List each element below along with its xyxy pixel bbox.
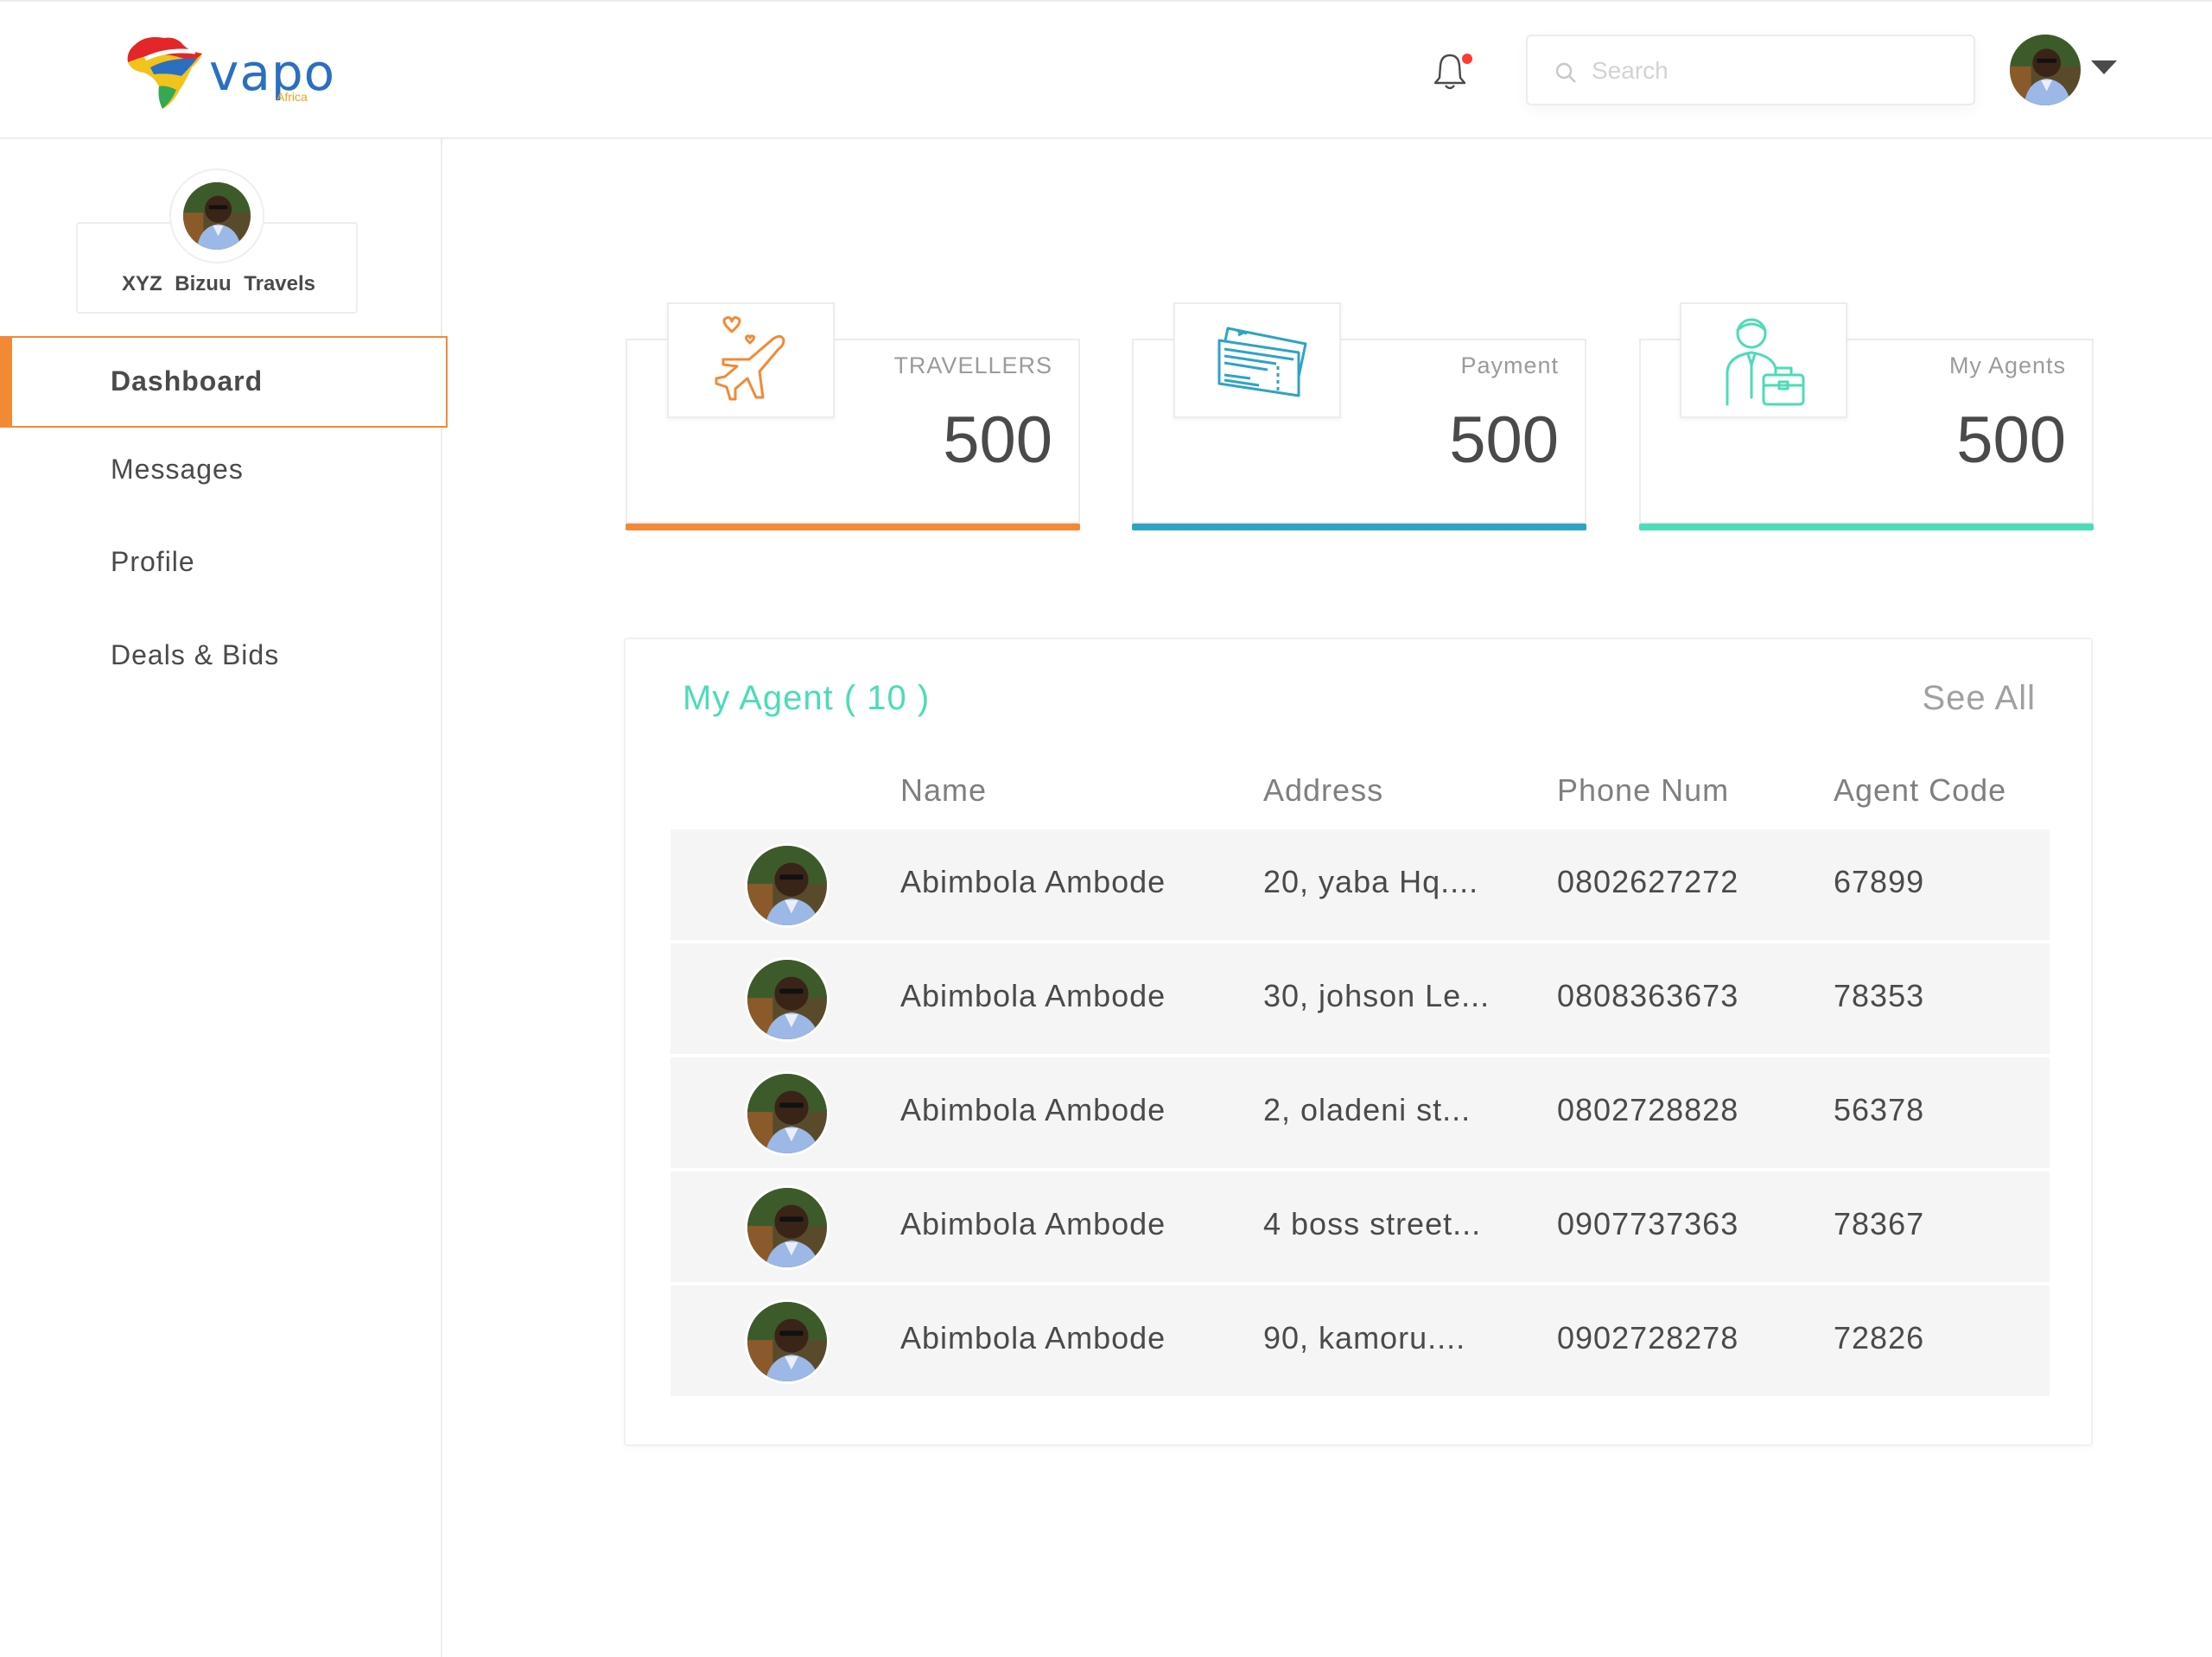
agent-name: Abimbola Ambode: [900, 1092, 1166, 1127]
sidebar-item-messages[interactable]: Messages: [0, 424, 448, 516]
agent-avatar: [745, 843, 830, 928]
search-icon: [1555, 62, 1576, 83]
ticket-icon: [1217, 327, 1307, 397]
stat-accent-bar: [1132, 524, 1586, 530]
vapo-logo[interactable]: vapo Africa: [119, 33, 334, 112]
africa-map-icon: [127, 37, 202, 109]
brand-name: vapo: [209, 43, 336, 102]
sidebar-item-label: Profile: [111, 546, 195, 577]
table-row[interactable]: Abimbola Ambode 2, oladeni st... 0802728…: [671, 1057, 2050, 1168]
user-avatar[interactable]: [2010, 35, 2081, 105]
stat-label: My Agents: [1948, 352, 2066, 378]
sidebar-item-deals-bids[interactable]: Deals & Bids: [0, 610, 448, 702]
agent-phone: 0802627272: [1557, 864, 1739, 899]
sidebar-item-label: Dashboard: [111, 365, 264, 397]
table-row[interactable]: Abimbola Ambode 90, kamoru.... 090272827…: [671, 1286, 2050, 1396]
top-header: vapo Africa: [0, 0, 2212, 139]
user-photo: [2010, 35, 2081, 105]
notification-dot: [1462, 54, 1472, 64]
table-row[interactable]: Abimbola Ambode 30, johson Le... 0808363…: [671, 943, 2050, 1054]
sidebar-item-label: Messages: [111, 454, 244, 485]
table-row[interactable]: Abimbola Ambode 20, yaba Hq.... 08026272…: [671, 829, 2050, 940]
sidebar-item-dashboard[interactable]: Dashboard: [0, 336, 448, 428]
stat-icon-box: [1680, 302, 1847, 418]
business-name: XYZ Bizuu Travels: [121, 272, 316, 295]
airplane-icon: [715, 316, 785, 401]
agent-code: 67899: [1834, 864, 1925, 899]
column-header-address[interactable]: Address: [1263, 772, 1383, 809]
stat-accent-bar: [626, 524, 1080, 530]
agent-code: 72826: [1834, 1320, 1925, 1355]
stat-value: 500: [1449, 403, 1559, 477]
agent-phone: 0808363673: [1557, 978, 1739, 1013]
column-header-phone[interactable]: Phone Num: [1557, 772, 1729, 809]
search-box[interactable]: [1526, 35, 1975, 105]
agent-phone: 0907737363: [1557, 1206, 1739, 1241]
agent-avatar: [745, 957, 830, 1042]
agent-name: Abimbola Ambode: [900, 864, 1166, 899]
agent-code: 78367: [1834, 1206, 1925, 1241]
stat-value: 500: [1956, 403, 2066, 477]
agent-code: 78353: [1834, 978, 1925, 1013]
sidebar: XYZ Bizuu Travels Dashboard Messages Pro…: [0, 139, 448, 1657]
stat-icon-box: [1173, 302, 1341, 418]
agent-icon: [1726, 318, 1805, 406]
agent-name: Abimbola Ambode: [900, 978, 1166, 1013]
agent-avatar: [745, 1299, 830, 1384]
stat-icon-box: [667, 302, 835, 418]
chevron-down-icon[interactable]: [2091, 60, 2117, 74]
sidebar-item-label: Deals & Bids: [111, 639, 280, 670]
stat-label: Payment: [1460, 352, 1559, 378]
agents-title: My Agent ( 10 ): [683, 679, 931, 717]
agent-phone: 0902728278: [1557, 1320, 1739, 1355]
stat-label: TRAVELLERS: [893, 352, 1052, 378]
agent-name: Abimbola Ambode: [900, 1206, 1166, 1241]
my-agents-card: My Agent ( 10 ) See All Name Address Pho…: [624, 638, 2093, 1446]
see-all-link[interactable]: See All: [1922, 679, 2036, 718]
agent-address: 30, johson Le...: [1263, 978, 1491, 1013]
agent-phone: 0802728828: [1557, 1092, 1739, 1127]
agent-address: 90, kamoru....: [1263, 1320, 1466, 1355]
table-row[interactable]: Abimbola Ambode 4 boss street... 0907737…: [671, 1171, 2050, 1282]
agent-code: 56378: [1834, 1092, 1925, 1127]
stat-value: 500: [943, 403, 1052, 477]
column-header-name[interactable]: Name: [900, 772, 987, 809]
agent-avatar: [745, 1071, 830, 1156]
business-avatar: [183, 182, 251, 250]
agent-avatar: [745, 1185, 830, 1270]
agent-name: Abimbola Ambode: [900, 1320, 1166, 1355]
agent-address: 20, yaba Hq....: [1263, 864, 1479, 899]
column-header-agent-code[interactable]: Agent Code: [1834, 772, 2006, 809]
agent-address: 2, oladeni st...: [1263, 1092, 1471, 1127]
stat-accent-bar: [1639, 524, 2094, 530]
brand-subtitle: Africa: [276, 90, 308, 104]
search-input[interactable]: [1592, 50, 1955, 92]
sidebar-item-profile[interactable]: Profile: [0, 517, 448, 608]
agent-address: 4 boss street...: [1263, 1206, 1482, 1241]
